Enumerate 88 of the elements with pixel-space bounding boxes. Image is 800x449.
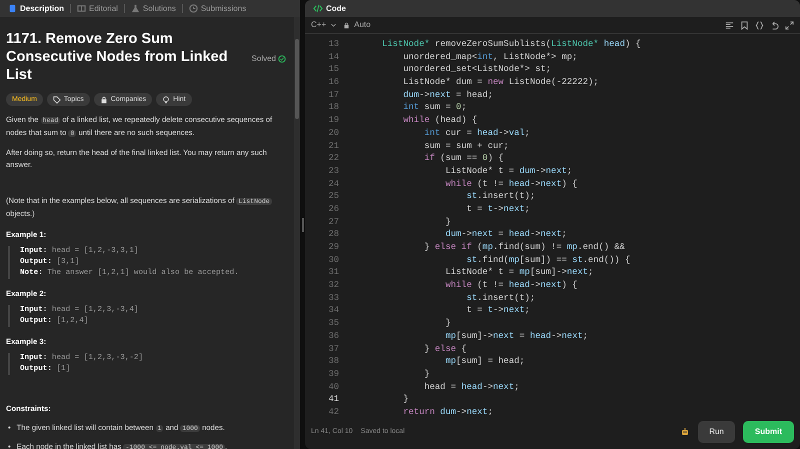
flask-icon — [130, 4, 140, 13]
line-number: 17 — [327, 88, 339, 102]
robot-icon[interactable] — [680, 427, 690, 437]
code-line: st.insert(t); — [466, 292, 536, 304]
line-number: 37 — [327, 342, 339, 356]
code-line: } else if (mp.find(sum) != mp.end() && — [423, 241, 626, 254]
line-number: 28 — [327, 228, 339, 241]
code-line: int cur = head->val; — [423, 126, 531, 140]
code-line: st.find(mp[sum]) == st.end()) { — [466, 254, 632, 266]
code-line: while (head) { — [402, 114, 478, 127]
line-number: 30 — [327, 254, 339, 266]
lock-icon — [100, 96, 108, 104]
line-number: 40 — [327, 380, 339, 394]
code-line: mp[sum] = head; — [444, 355, 526, 368]
line-number: 35 — [327, 317, 339, 330]
panel-title: Code — [326, 2, 346, 14]
line-number: 13 — [327, 38, 339, 51]
line-number: 31 — [327, 266, 339, 280]
line-number: 38 — [327, 355, 339, 368]
clock-icon — [188, 4, 198, 13]
scrollbar-thumb[interactable] — [295, 39, 299, 119]
line-number: 15 — [327, 63, 339, 76]
line-number: 39 — [327, 368, 339, 381]
tab[interactable]: Editorial — [73, 1, 122, 16]
code-line: int sum = 0; — [402, 101, 468, 114]
line-number: 22 — [327, 152, 339, 165]
line-number: 24 — [327, 178, 339, 190]
code-line: t = t->next; — [466, 304, 531, 318]
code-line: t = t->next; — [466, 202, 531, 216]
code-line: st.insert(t); — [466, 190, 536, 203]
lock-icon — [343, 22, 350, 28]
code-line: if (sum == 0) { — [423, 152, 505, 165]
tab[interactable]: Submissions — [184, 1, 250, 16]
code-line: } else { — [423, 342, 468, 356]
code-line: } — [444, 317, 452, 330]
line-number: 29 — [327, 241, 339, 254]
tab[interactable]: Solutions — [126, 1, 180, 16]
code-line: dum->next = head; — [402, 88, 494, 102]
line-number: 25 — [327, 190, 339, 203]
check-circle-icon — [278, 55, 286, 63]
code-line: mp[sum]->next = head->next; — [444, 330, 590, 342]
line-number: 32 — [327, 279, 339, 292]
line-number: 20 — [327, 126, 339, 140]
mode-label: Auto — [354, 19, 371, 31]
code-line: dum->next = head->next; — [444, 228, 568, 241]
code-line: while (t != head->next) { — [444, 178, 578, 190]
bookmark-icon[interactable] — [740, 20, 749, 30]
undo-icon[interactable] — [770, 20, 779, 30]
code-line: ListNode* t = mp[sum]->next; — [444, 266, 594, 280]
code-line: ListNode* t = dum->next; — [444, 164, 574, 178]
code-line: head = head->next; — [423, 380, 520, 394]
tab[interactable]: Description — [4, 1, 68, 16]
line-number: 23 — [327, 164, 339, 178]
problem-title: 1171. Remove Zero Sum Consecutive Nodes from Linked List — [6, 30, 229, 84]
code-line: ListNode* removeZeroSumSublists(ListNode* head) { — [381, 38, 642, 51]
line-number: 36 — [327, 330, 339, 342]
code-line: unordered_set<ListNode*> st; — [402, 63, 552, 76]
line-number: 19 — [327, 114, 339, 127]
expand-icon[interactable] — [785, 20, 794, 30]
run-button[interactable]: Run — [698, 421, 735, 443]
line-number: 21 — [327, 140, 339, 152]
caret-icon — [330, 22, 338, 28]
line-number: 41 — [327, 393, 339, 406]
code-line: } — [444, 216, 452, 228]
code-line: unordered_map<int, ListNode*> mp; — [402, 50, 578, 64]
solved-status: Solved — [252, 34, 286, 84]
line-number: 34 — [327, 304, 339, 318]
document-icon — [8, 4, 17, 13]
line-number: 27 — [327, 216, 339, 228]
code-line: } — [402, 393, 410, 406]
line-number: 42 — [327, 406, 339, 415]
line-number: 18 — [327, 101, 339, 114]
code-line: while (t != head->next) { — [444, 279, 578, 292]
resize-handle[interactable] — [302, 218, 304, 232]
language-dropdown[interactable]: C++ — [311, 19, 338, 31]
tag-icon — [52, 96, 61, 104]
code-line: sum = sum + cur; — [423, 140, 510, 152]
line-number: 26 — [327, 202, 339, 216]
line-number: 14 — [327, 50, 339, 64]
code-line: } — [423, 368, 431, 381]
format-icon[interactable] — [725, 20, 734, 30]
line-number: 33 — [327, 292, 339, 304]
code-icon — [313, 4, 323, 13]
lightbulb-icon — [162, 96, 170, 104]
braces-icon[interactable] — [755, 20, 764, 30]
book-icon — [77, 4, 86, 13]
code-line: ListNode* dum = new ListNode(-22222); — [402, 76, 600, 89]
line-number: 16 — [327, 76, 339, 89]
